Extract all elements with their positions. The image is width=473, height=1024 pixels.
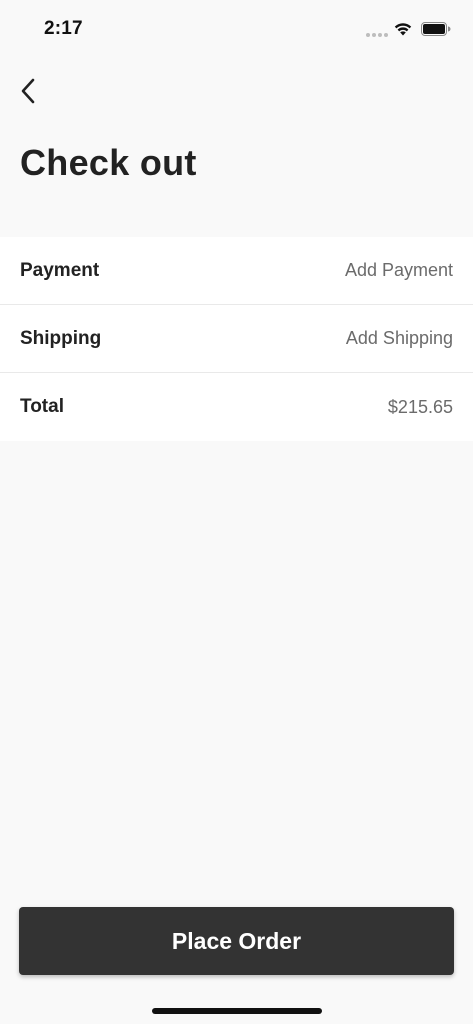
place-order-button[interactable]: Place Order	[19, 907, 454, 975]
total-row: Total $215.65	[0, 373, 473, 441]
battery-icon	[421, 22, 451, 36]
chevron-left-icon	[21, 78, 35, 104]
payment-label: Payment	[20, 259, 100, 281]
checkout-screen: 2:17 Check out Payment Add Payment Shipp…	[0, 0, 473, 1024]
shipping-label: Shipping	[20, 327, 102, 349]
add-shipping-link[interactable]: Add Shipping	[346, 328, 453, 349]
total-label: Total	[20, 396, 64, 417]
home-indicator[interactable]	[152, 1008, 322, 1014]
cellular-signal-icon	[366, 33, 388, 37]
shipping-row[interactable]: Shipping Add Shipping	[0, 305, 473, 373]
checkout-list: Payment Add Payment Shipping Add Shippin…	[0, 237, 473, 441]
status-bar: 2:17	[0, 0, 473, 60]
back-button[interactable]	[12, 74, 44, 108]
status-time: 2:17	[44, 18, 83, 39]
page-title: Check out	[20, 142, 197, 183]
wifi-icon	[394, 23, 412, 36]
payment-row[interactable]: Payment Add Payment	[0, 237, 473, 305]
total-value: $215.65	[387, 396, 453, 417]
add-payment-link[interactable]: Add Payment	[345, 260, 453, 281]
